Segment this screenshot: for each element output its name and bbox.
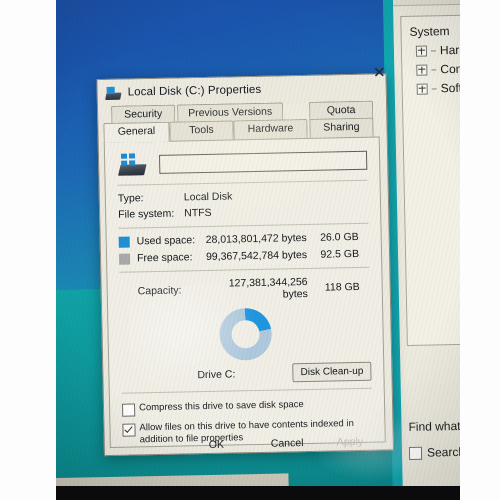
local-disk-properties-dialog[interactable]: Local Disk (C:) Properties Security Prev… (96, 73, 394, 457)
apply-button: Apply (336, 435, 364, 449)
tab-tools[interactable]: Tools (169, 120, 234, 142)
compress-checkbox-label: Compress this drive to save disk space (138, 399, 304, 414)
filesystem-value: NTFS (184, 206, 212, 220)
free-space-swatch-icon (118, 253, 131, 265)
type-value: Local Disk (183, 190, 233, 204)
disk-cleanup-button[interactable]: Disk Clean-up (292, 361, 372, 383)
volume-label-row (117, 148, 368, 177)
monitor-screen: File Ed System Har Con Soft (0, 0, 500, 500)
used-space-bytes: 28,013,801,472 bytes (205, 231, 307, 247)
divider (118, 222, 369, 229)
expander-icon[interactable] (416, 64, 428, 76)
capacity-label: Capacity: (137, 284, 182, 298)
free-space-label: Free space: (136, 251, 193, 265)
general-tab-panel: Type: Local Disk File system: NTFS Used … (103, 136, 386, 448)
divider (117, 179, 368, 186)
free-space-bytes: 99,367,542,784 bytes (205, 248, 308, 264)
divider (119, 266, 370, 273)
expander-icon[interactable] (416, 83, 428, 95)
tab-general[interactable]: General (103, 121, 170, 144)
capacity-bytes: 127,381,344,256 bytes (228, 275, 308, 301)
menu-item-edit[interactable]: Ed (430, 0, 442, 1)
cancel-button[interactable]: Cancel (271, 437, 304, 450)
drive-icon (105, 86, 122, 100)
used-space-gb: 26.0 GB (320, 230, 359, 244)
close-icon[interactable]: ✕ (366, 61, 392, 84)
disk-usage-chart (120, 306, 371, 363)
disk-usage-donut (219, 307, 273, 361)
tree-node-label: Har (439, 42, 460, 58)
find-what-label: Find what: (408, 418, 464, 434)
photo-border-right (460, 0, 500, 500)
type-row: Type: Local Disk (117, 188, 368, 205)
compress-drive-checkbox[interactable]: Compress this drive to save disk space (121, 398, 372, 417)
tree-line (431, 68, 437, 70)
checkbox-box[interactable] (122, 423, 136, 437)
used-space-swatch-icon (118, 236, 130, 248)
filesystem-row: File system: NTFS (118, 204, 368, 221)
photo-border-bottom (0, 486, 500, 500)
checkbox-box[interactable] (408, 446, 423, 460)
type-label: Type: (117, 192, 144, 205)
dialog-title: Local Disk (C:) Properties (127, 83, 262, 99)
free-space-row: Free space: 99,367,542,784 bytes 92.5 GB (118, 247, 369, 265)
filesystem-label: File system: (118, 207, 175, 221)
expander-icon[interactable] (415, 45, 428, 57)
photograph-of-monitor: File Ed System Har Con Soft (0, 0, 500, 500)
tree-line (431, 87, 437, 89)
tree-line (430, 49, 436, 51)
photo-border-left (0, 0, 56, 500)
volume-label-input[interactable] (158, 150, 368, 174)
ok-button[interactable]: OK (209, 439, 224, 451)
drive-row: Drive C: Disk Clean-up (121, 361, 372, 386)
checkbox-box[interactable] (121, 403, 136, 417)
tab-sharing[interactable]: Sharing (309, 117, 374, 139)
divider (121, 387, 372, 394)
local-disk-icon (117, 152, 147, 177)
used-space-row: Used space: 28,013,801,472 bytes 26.0 GB (118, 230, 369, 248)
tab-bar[interactable]: Security Previous Versions Quota General… (103, 100, 382, 144)
menu-item-file[interactable]: File (398, 0, 414, 2)
tree-node-label: Soft (440, 80, 463, 96)
drive-caption: Drive C: (197, 367, 236, 381)
free-space-gb: 92.5 GB (320, 247, 360, 261)
capacity-row: Capacity: 127,381,344,256 bytes 118 GB (119, 275, 369, 304)
capacity-gb: 118 GB (324, 280, 360, 294)
index-contents-checkbox[interactable]: Allow files on this drive to have conten… (122, 418, 372, 447)
used-space-label: Used space: (136, 234, 196, 248)
